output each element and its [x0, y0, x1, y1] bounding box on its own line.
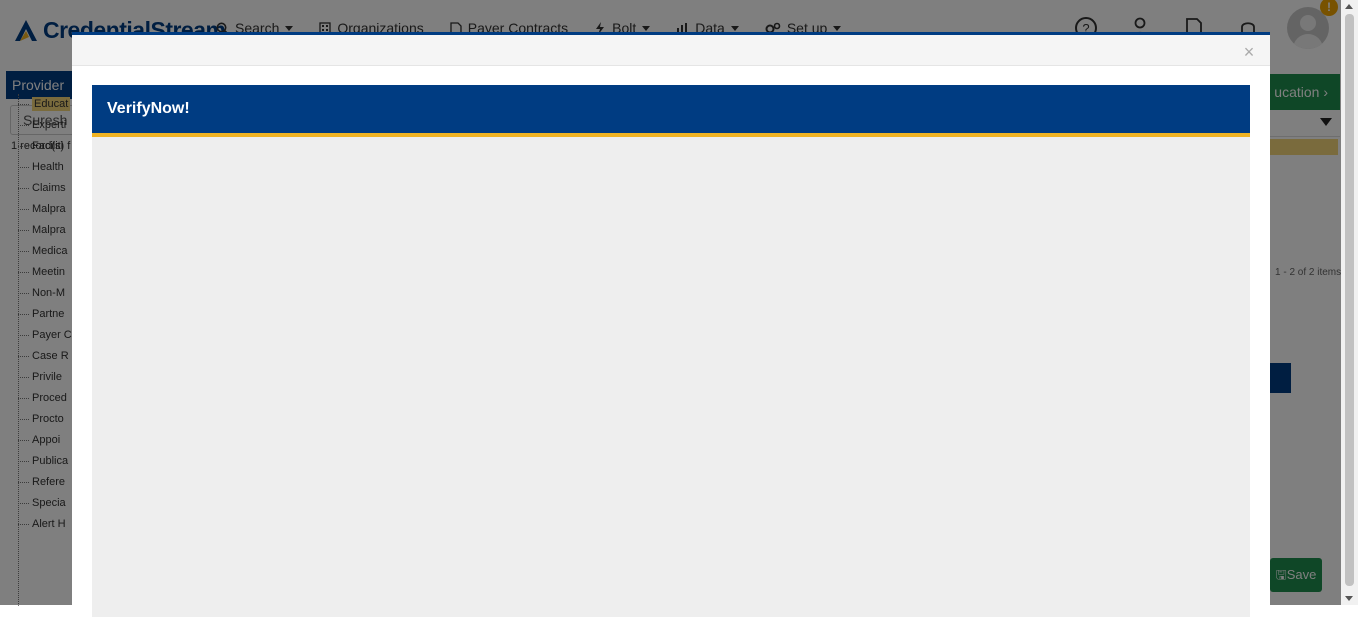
verifynow-title: VerifyNow!: [107, 100, 190, 117]
verifynow-content: [92, 137, 1250, 617]
scrollbar-thumb[interactable]: [1345, 14, 1354, 586]
modal-header: ×: [72, 35, 1270, 66]
close-icon[interactable]: ×: [1242, 43, 1256, 61]
verifynow-header: VerifyNow!: [92, 85, 1250, 137]
scroll-down-icon[interactable]: [1345, 596, 1353, 601]
verifynow-modal: × VerifyNow!: [72, 32, 1270, 617]
page-scrollbar[interactable]: [1341, 0, 1358, 605]
scroll-up-icon[interactable]: [1345, 4, 1353, 9]
